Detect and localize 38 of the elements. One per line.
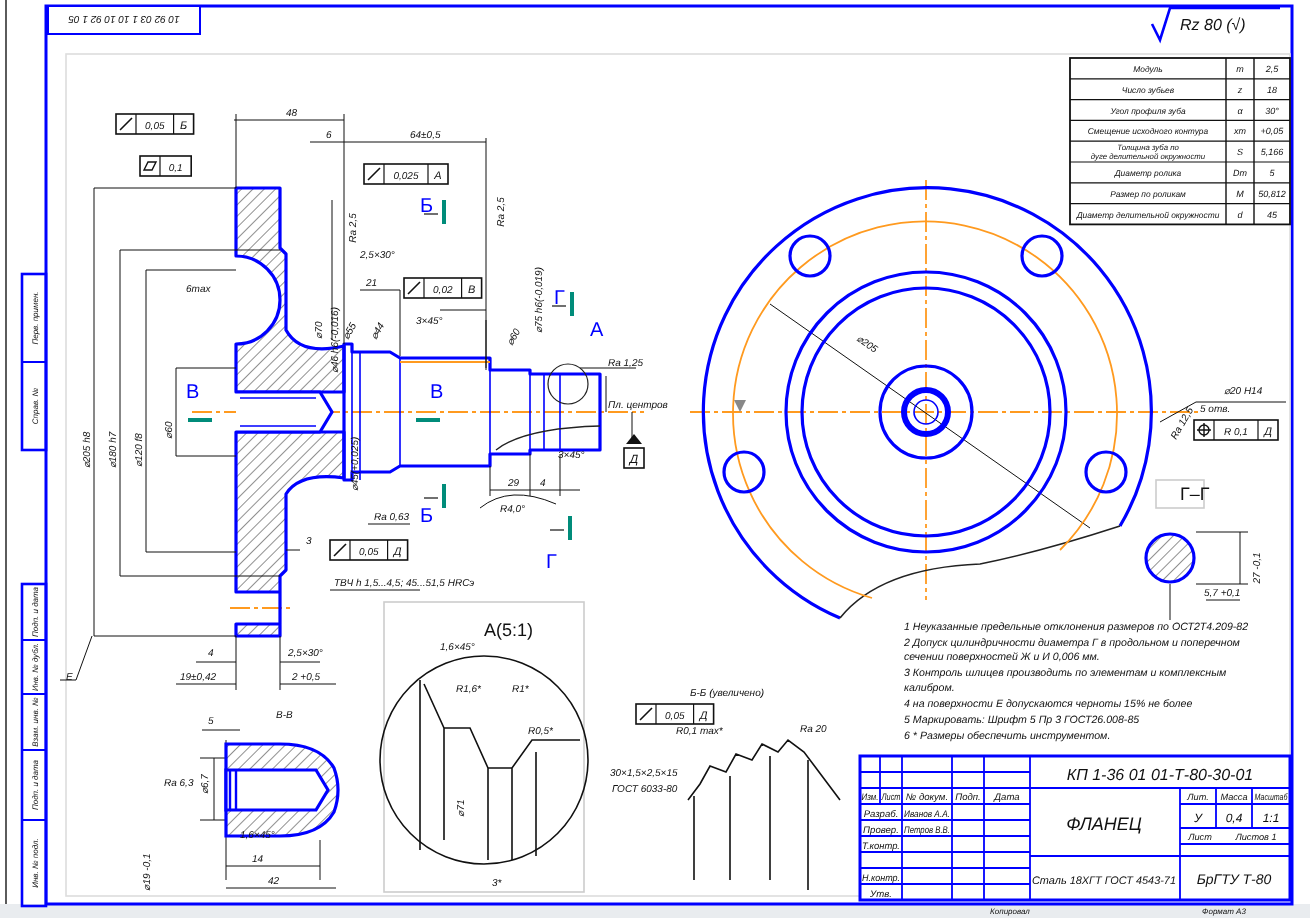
datum-triangle-icon bbox=[626, 434, 642, 444]
position-icon bbox=[1196, 422, 1212, 438]
runout-icon bbox=[367, 167, 381, 181]
runout-icon bbox=[407, 281, 421, 295]
runout-icon bbox=[333, 543, 347, 557]
drawing-designation: КП 1-36 01 01-Т-80-30-01 bbox=[1066, 766, 1254, 784]
view-letter: Г bbox=[546, 552, 557, 574]
view-title: Г–Г bbox=[1180, 484, 1210, 504]
runout-icon bbox=[639, 707, 653, 721]
view-title: А(5:1) bbox=[484, 620, 534, 640]
shaft-section-drawing bbox=[1144, 532, 1196, 584]
section-marker-icon bbox=[188, 418, 212, 422]
view-letter: Б bbox=[420, 196, 434, 218]
section-marker-icon bbox=[551, 292, 574, 316]
tolerance-frame bbox=[1193, 419, 1279, 441]
view-letter: Г bbox=[554, 288, 565, 310]
roughness-mark: Rz 80 (√) bbox=[1180, 16, 1246, 34]
center-plane-icon bbox=[734, 400, 746, 412]
tolerance-frame bbox=[403, 277, 483, 299]
view-letter: В bbox=[430, 382, 444, 404]
tolerance-frame bbox=[329, 539, 409, 561]
flatness-icon bbox=[142, 161, 158, 171]
view-letter: В bbox=[186, 382, 200, 404]
part-name: ФЛАНЕЦ bbox=[1066, 814, 1142, 834]
bolt-hole-section-drawing bbox=[224, 742, 340, 838]
tolerance-frame bbox=[115, 113, 195, 135]
tolerance-frame bbox=[635, 703, 715, 725]
tolerance-frame bbox=[139, 155, 192, 177]
section-marker-icon bbox=[423, 484, 446, 508]
roughness-icon bbox=[1150, 6, 1280, 44]
tolerance-frame bbox=[363, 163, 449, 185]
runout-icon bbox=[119, 117, 133, 131]
datum-box bbox=[623, 447, 645, 469]
section-marker-icon bbox=[416, 418, 440, 422]
section-marker-icon bbox=[549, 516, 572, 540]
view-letter: Б bbox=[420, 506, 434, 528]
view-letter: А bbox=[590, 320, 604, 342]
section-marker-icon bbox=[423, 200, 446, 224]
